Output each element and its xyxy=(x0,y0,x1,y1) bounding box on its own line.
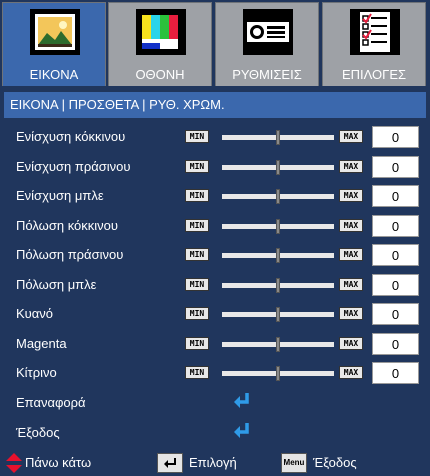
max-icon: MAX xyxy=(339,366,363,379)
slider-row-red-bias[interactable]: Πόλωση κόκκινου MIN MAX 0 xyxy=(0,211,430,241)
slider-track[interactable] xyxy=(222,218,334,234)
slider-thumb[interactable] xyxy=(276,336,280,352)
tab-label: ΕΙΚΟΝΑ xyxy=(29,67,79,82)
enter-arrow-icon[interactable] xyxy=(232,391,252,411)
value-box: 0 xyxy=(372,155,419,178)
tab-bar: ΕΙΚΟΝΑ ΟΘΟΝΗ ΡΥΘΜΙΣΕΙΣ ΕΠΙΛΟΓΕΣ xyxy=(0,0,430,86)
slider-track[interactable] xyxy=(222,130,334,145)
slider-track[interactable] xyxy=(222,248,334,263)
min-icon: MIN xyxy=(185,307,209,320)
min-icon: MIN xyxy=(185,336,209,350)
picture-icon xyxy=(29,7,81,59)
row-label: Πόλωση κόκκινου xyxy=(16,217,118,233)
tab-label: ΕΠΙΛΟΓΕΣ xyxy=(341,67,407,82)
min-icon: MIN xyxy=(185,366,209,379)
min-icon: MIN xyxy=(185,189,209,202)
breadcrumb: ΕΙΚΟΝΑ | ΠΡΟΣΘΕΤΑ | ΡΥΘ. ΧΡΩΜ. xyxy=(4,92,426,118)
min-icon: MIN xyxy=(185,218,209,232)
slider-track[interactable] xyxy=(222,307,334,322)
max-icon: MAX xyxy=(339,130,363,143)
slider-row-magenta[interactable]: Magenta MIN MAX 0 xyxy=(0,329,430,359)
value-box: 0 xyxy=(372,244,419,266)
row-label: Κίτρινο xyxy=(16,365,57,380)
updown-hint: Πάνω κάτω xyxy=(25,455,92,470)
slider-row-blue-gain[interactable]: Ενίσχυση μπλε MIN MAX 0 xyxy=(0,181,430,211)
slider-row-green-gain[interactable]: Ενίσχυση πράσινου MIN MAX 0 xyxy=(0,152,430,182)
slider-thumb[interactable] xyxy=(276,189,280,204)
min-icon: MIN xyxy=(185,248,209,261)
up-down-arrow-icon xyxy=(6,453,22,473)
slider-thumb[interactable] xyxy=(276,366,280,381)
max-icon: MAX xyxy=(339,307,363,320)
min-icon: MIN xyxy=(185,130,209,143)
min-icon: MIN xyxy=(185,159,209,173)
max-icon: MAX xyxy=(339,159,363,173)
row-label: Κυανό xyxy=(16,306,54,321)
display-icon xyxy=(135,7,187,59)
slider-track[interactable] xyxy=(222,159,334,175)
slider-row-green-bias[interactable]: Πόλωση πράσινου MIN MAX 0 xyxy=(0,240,430,270)
value-box: 0 xyxy=(372,185,419,207)
slider-track[interactable] xyxy=(222,277,334,293)
osd-menu: ΕΙΚΟΝΑ ΟΘΟΝΗ ΡΥΘΜΙΣΕΙΣ ΕΠΙΛΟΓΕΣ ΕΙΚΟΝΑ |… xyxy=(0,0,430,476)
slider-track[interactable] xyxy=(222,189,334,204)
enter-arrow-icon[interactable] xyxy=(232,421,252,441)
projector-icon xyxy=(242,7,294,59)
slider-thumb[interactable] xyxy=(276,277,280,293)
checklist-icon xyxy=(349,7,401,59)
row-label: Επαναφορά xyxy=(16,395,86,410)
row-label: Ενίσχυση κόκκινου xyxy=(16,129,126,144)
tab-settings[interactable]: ΡΥΘΜΙΣΕΙΣ xyxy=(215,2,319,86)
row-label: Ενίσχυση μπλε xyxy=(16,188,104,203)
row-label: Πόλωση πράσινου xyxy=(16,247,124,262)
value-box: 0 xyxy=(372,332,419,355)
value-box: 0 xyxy=(372,214,419,237)
reset-row[interactable]: Επαναφορά xyxy=(0,388,430,418)
slider-thumb[interactable] xyxy=(276,248,280,263)
slider-track[interactable] xyxy=(222,366,334,381)
footer-hints: Πάνω κάτω Επιλογή Menu Έξοδος xyxy=(0,450,430,476)
tab-label: ΟΘΟΝΗ xyxy=(135,67,185,82)
row-label: Έξοδος xyxy=(16,424,60,440)
slider-row-red-gain[interactable]: Ενίσχυση κόκκινου MIN MAX 0 xyxy=(0,122,430,152)
slider-thumb[interactable] xyxy=(276,307,280,322)
slider-row-blue-bias[interactable]: Πόλωση μπλε MIN MAX 0 xyxy=(0,270,430,300)
max-icon: MAX xyxy=(339,218,363,232)
tab-picture[interactable]: ΕΙΚΟΝΑ xyxy=(2,2,106,86)
slider-row-yellow[interactable]: Κίτρινο MIN MAX 0 xyxy=(0,358,430,388)
value-box: 0 xyxy=(372,273,419,296)
value-box: 0 xyxy=(372,362,419,384)
slider-thumb[interactable] xyxy=(276,218,280,234)
select-hint: Επιλογή xyxy=(189,455,237,470)
tab-options[interactable]: ΕΠΙΛΟΓΕΣ xyxy=(322,2,426,86)
value-box: 0 xyxy=(372,303,419,325)
max-icon: MAX xyxy=(339,277,363,291)
value-box: 0 xyxy=(372,126,419,148)
menu-key-icon: Menu xyxy=(281,453,307,473)
row-label: Magenta xyxy=(16,335,67,351)
slider-thumb[interactable] xyxy=(276,130,280,145)
max-icon: MAX xyxy=(339,189,363,202)
tab-display[interactable]: ΟΘΟΝΗ xyxy=(108,2,212,86)
slider-row-cyan[interactable]: Κυανό MIN MAX 0 xyxy=(0,299,430,329)
row-label: Πόλωση μπλε xyxy=(16,276,97,292)
tab-label: ΡΥΘΜΙΣΕΙΣ xyxy=(232,67,302,82)
min-icon: MIN xyxy=(185,277,209,291)
enter-key-icon xyxy=(157,453,183,473)
slider-thumb[interactable] xyxy=(276,159,280,175)
exit-hint: Έξοδος xyxy=(313,455,357,470)
max-icon: MAX xyxy=(339,248,363,261)
row-label: Ενίσχυση πράσινου xyxy=(16,158,131,174)
slider-track[interactable] xyxy=(222,336,334,352)
max-icon: MAX xyxy=(339,336,363,350)
exit-row[interactable]: Έξοδος xyxy=(0,418,430,448)
